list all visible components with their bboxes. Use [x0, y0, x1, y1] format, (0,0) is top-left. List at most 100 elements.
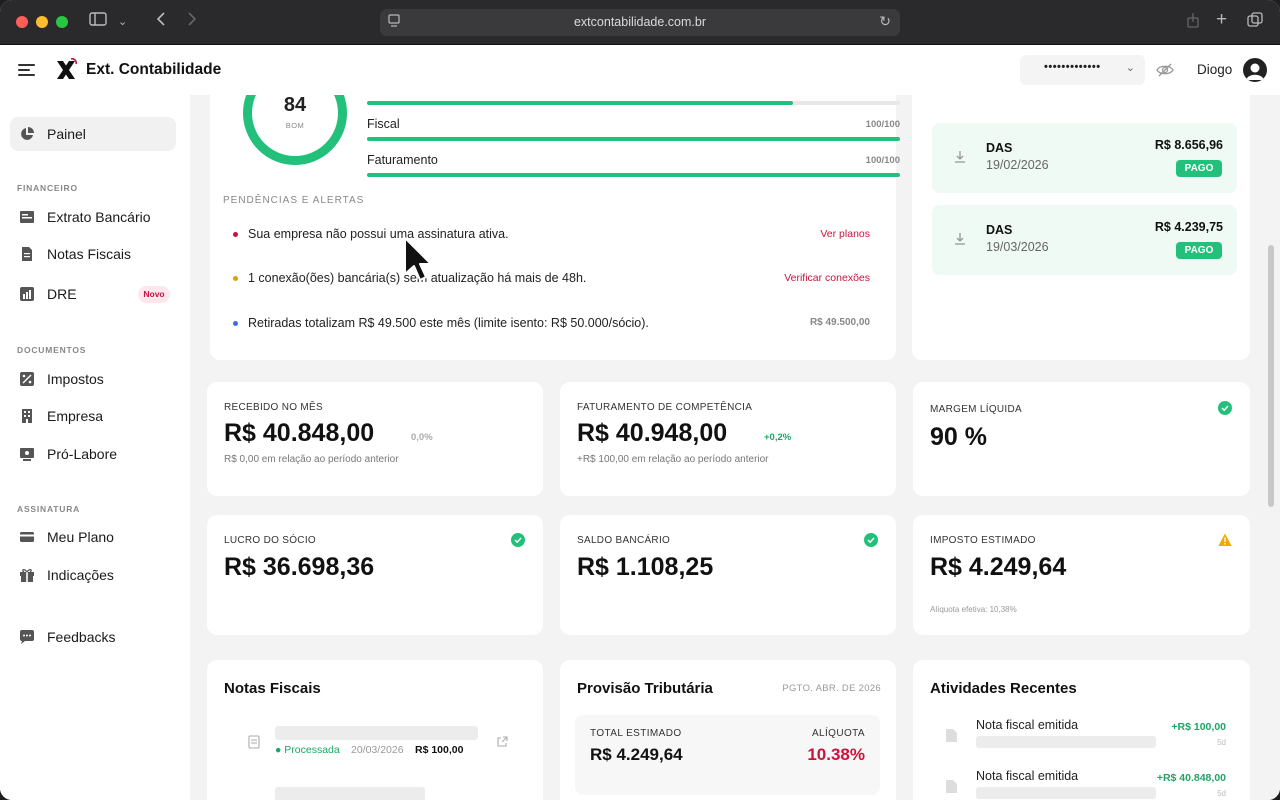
das-card: DAS 19/02/2026 R$ 8.656,96 PAGO DAS 19/0… [912, 95, 1250, 360]
user-name[interactable]: Diogo [1197, 62, 1232, 77]
alert-dot [233, 321, 238, 326]
health-score: 84 [283, 95, 307, 116]
sidebar-item-label: Notas Fiscais [47, 246, 132, 262]
fiscal-bar-track [367, 137, 900, 141]
credit-card-icon [20, 532, 34, 542]
logo-icon [57, 58, 77, 79]
activity-placeholder [976, 736, 1156, 748]
sidebar-item-dre[interactable]: DRE Novo [10, 277, 176, 311]
sidebar-item-indicacoes[interactable]: Indicações [10, 558, 176, 592]
alert-item: Retiradas totalizam R$ 49.500 este mês (… [223, 309, 880, 339]
das-amount: R$ 4.239,75 [1154, 220, 1223, 234]
activity-title: Nota fiscal emitida [976, 769, 1079, 783]
fiscal-label: Fiscal [367, 117, 400, 131]
nota-date: 20/03/2026 [351, 744, 404, 756]
section-meta: PGTO. ABR. DE 2026 [782, 683, 881, 694]
metric-recebido-card: RECEBIDO NO MÊS R$ 40.848,00 0,0% R$ 0,0… [207, 382, 543, 496]
new-tab-icon[interactable]: + [1216, 10, 1227, 30]
close-window-button[interactable] [16, 16, 28, 28]
tab-overview-icon[interactable] [1247, 12, 1263, 34]
reload-icon[interactable]: ↻ [879, 13, 891, 30]
section-financeiro: FINANCEIRO [17, 183, 78, 193]
document-icon [946, 780, 957, 793]
fiscal-bar-fill [367, 137, 900, 141]
chevron-down-icon[interactable]: ⌄ [118, 12, 127, 32]
app-header: Ext. Contabilidade ••••••••••••• ⌄ Diogo [0, 45, 1280, 95]
sidebar-item-empresa[interactable]: Empresa [10, 399, 176, 433]
minimize-window-button[interactable] [36, 16, 48, 28]
percent-icon [20, 372, 34, 386]
company-selector[interactable]: ••••••••••••• ⌄ [1020, 55, 1145, 85]
activity-title: Nota fiscal emitida [976, 718, 1079, 732]
alert-dot [233, 232, 238, 237]
back-icon[interactable] [156, 12, 166, 32]
download-icon[interactable] [953, 232, 967, 246]
new-badge: Novo [138, 286, 170, 303]
warning-icon [1218, 533, 1232, 546]
status-badge: PAGO [1176, 242, 1222, 259]
verificar-conexoes-link[interactable]: Verificar conexões [784, 272, 870, 284]
sidebar-item-extrato[interactable]: Extrato Bancário [10, 200, 176, 234]
alert-text: Sua empresa não possui uma assinatura at… [248, 227, 509, 241]
sidebar: Painel FINANCEIRO Extrato Bancário Notas… [0, 95, 190, 800]
sidebar-item-feedbacks[interactable]: Feedbacks [10, 620, 176, 654]
share-icon[interactable] [1186, 12, 1200, 34]
bank-statement-icon [20, 211, 34, 223]
maximize-window-button[interactable] [56, 16, 68, 28]
section-title: Atividades Recentes [930, 680, 1077, 697]
rate-value: 10.38% [807, 745, 865, 764]
sidebar-toggle-icon[interactable] [89, 12, 107, 32]
metric-sub: R$ 0,00 em relação ao período anterior [224, 454, 399, 465]
address-bar[interactable]: extcontabilidade.com.br ↻ [380, 9, 900, 36]
metric-value: R$ 36.698,36 [224, 553, 375, 581]
activity-amount: +R$ 40.848,00 [1156, 772, 1226, 784]
das-title: DAS [986, 141, 1013, 155]
alert-text: Retiradas totalizam R$ 49.500 este mês (… [248, 316, 649, 330]
sidebar-item-pro-labore[interactable]: Pró-Labore [10, 437, 176, 471]
alert-item: Sua empresa não possui uma assinatura at… [223, 220, 880, 250]
chat-icon [20, 630, 34, 644]
section-documentos: DOCUMENTOS [17, 345, 87, 355]
metric-faturamento-card: FATURAMENTO DE COMPETÊNCIA R$ 40.948,00 … [560, 382, 896, 496]
browser-window: ⌄ extcontabilidade.com.br ↻ + Ext. Conta… [0, 0, 1280, 800]
hide-values-icon[interactable] [1156, 61, 1174, 79]
mouse-cursor-icon [404, 237, 432, 281]
alert-dot [233, 276, 238, 281]
download-icon[interactable] [953, 150, 967, 164]
faturamento-bar-track [367, 173, 900, 177]
document-icon [248, 735, 260, 749]
sidebar-item-impostos[interactable]: Impostos [10, 362, 176, 396]
metric-title: LUCRO DO SÓCIO [224, 535, 316, 546]
sidebar-item-painel[interactable]: Painel [10, 117, 176, 151]
metric-sub: +R$ 100,00 em relação ao período anterio… [577, 454, 769, 465]
health-bar-fill [367, 101, 794, 105]
health-score-label: BOM [285, 121, 305, 130]
sidebar-item-label: Pró-Labore [47, 446, 118, 462]
health-bar-track [367, 101, 900, 105]
external-link-icon[interactable] [496, 736, 508, 748]
activity-time: 5d [1217, 738, 1226, 747]
pie-chart-icon [21, 127, 34, 140]
ver-planos-link[interactable]: Ver planos [820, 228, 870, 240]
health-card: 84 BOM Fiscal 100/100 Faturamento 100/10… [210, 95, 900, 360]
metric-imposto-card: IMPOSTO ESTIMADO R$ 4.249,64 Alíquota ef… [913, 515, 1250, 635]
sidebar-item-label: Painel [47, 126, 86, 142]
check-circle-icon [511, 533, 525, 547]
page-scrollbar[interactable] [1268, 245, 1274, 507]
nota-placeholder [275, 787, 425, 800]
sidebar-item-meu-plano[interactable]: Meu Plano [10, 520, 176, 554]
menu-icon[interactable] [18, 64, 35, 76]
sidebar-item-notas[interactable]: Notas Fiscais [10, 237, 176, 271]
invoice-icon [22, 247, 32, 261]
metric-value: R$ 40.848,00 [224, 419, 375, 447]
das-item[interactable]: DAS 19/03/2026 R$ 4.239,75 PAGO [932, 205, 1237, 275]
brand-name: Ext. Contabilidade [86, 61, 222, 78]
browser-toolbar: ⌄ extcontabilidade.com.br ↻ + [0, 0, 1280, 45]
metric-delta: 0,0% [411, 432, 433, 443]
sidebar-item-label: Meu Plano [47, 529, 114, 545]
total-label: TOTAL ESTIMADO [590, 728, 682, 739]
avatar[interactable] [1243, 58, 1267, 82]
sidebar-item-label: DRE [47, 286, 77, 302]
das-item[interactable]: DAS 19/02/2026 R$ 8.656,96 PAGO [932, 123, 1237, 193]
forward-icon[interactable] [187, 12, 197, 32]
